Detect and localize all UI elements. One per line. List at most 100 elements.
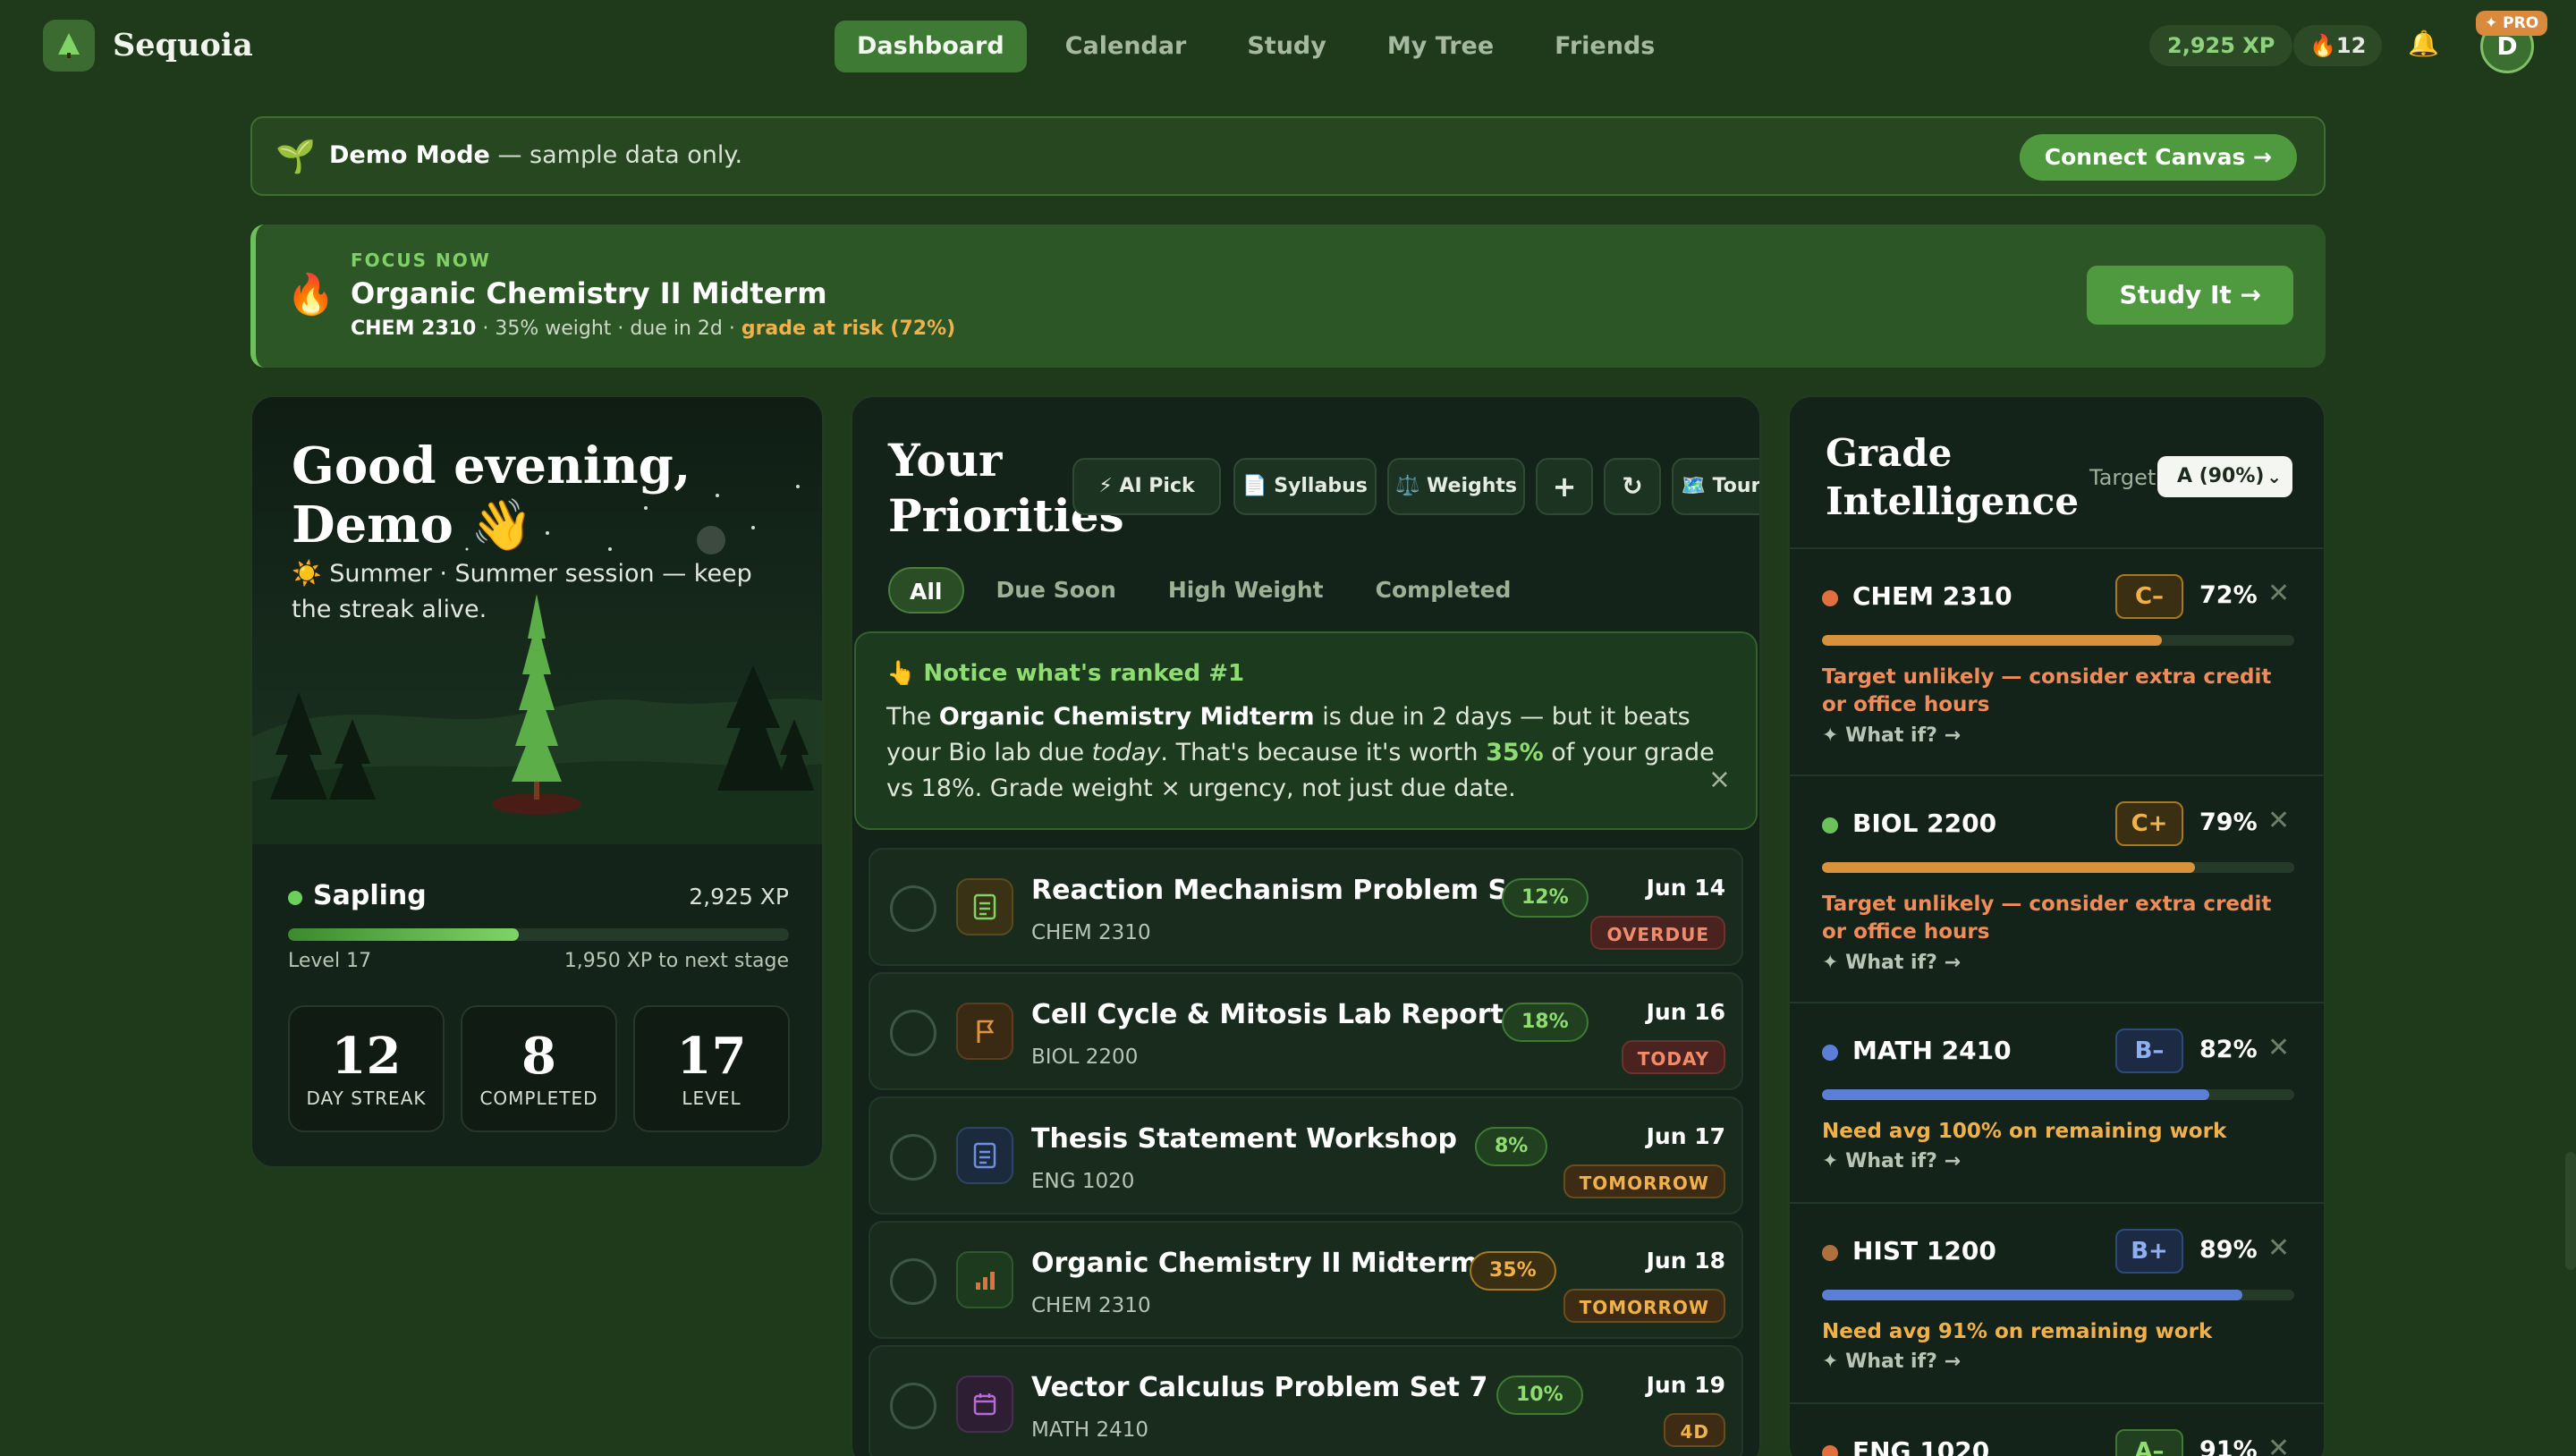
course-dot <box>1822 817 1838 834</box>
grade-row[interactable]: ENG 1020 A– 91% ✕ <box>1790 1402 2324 1456</box>
bar-chart-icon <box>956 1251 1013 1308</box>
focus-kicker: FOCUS NOW <box>351 250 491 271</box>
stats-row: 12 DAY STREAK 8 COMPLETED 17 LEVEL <box>288 1005 790 1132</box>
tab-dashboard[interactable]: Dashboard <box>835 21 1027 72</box>
focus-details: · 35% weight · due in 2d · <box>476 317 741 340</box>
demo-title: Demo Mode <box>329 141 490 169</box>
task-weight-badge: 12% <box>1502 878 1589 918</box>
filter-due-soon[interactable]: Due Soon <box>977 567 1136 614</box>
ranking-notice: 👆 Notice what's ranked #1 The Organic Ch… <box>854 631 1758 830</box>
brand-name[interactable]: Sequoia <box>113 27 253 63</box>
grade-percent: 89% <box>2199 1236 2258 1264</box>
greeting-card: Good evening, Demo 👋 ☀️ Summer · Summer … <box>250 395 824 1168</box>
course-name: MATH 2410 <box>1852 1036 2012 1065</box>
task-row[interactable]: Cell Cycle & Mitosis Lab Report BIOL 220… <box>869 972 1743 1090</box>
grade-row[interactable]: HIST 1200 B+ 89% ✕ Need avg 91% on remai… <box>1790 1202 2324 1402</box>
what-if-link[interactable]: ✦ What if? → <box>1822 952 1961 974</box>
task-row[interactable]: Organic Chemistry II Midterm CHEM 2310 3… <box>869 1221 1743 1339</box>
close-icon[interactable]: ✕ <box>2267 578 2290 609</box>
tour-button[interactable]: 🗺️ Tour <box>1672 458 1759 515</box>
focus-course: CHEM 2310 <box>351 317 477 340</box>
letter-grade-badge: C– <box>2115 574 2183 619</box>
what-if-link[interactable]: ✦ What if? → <box>1822 1350 1961 1373</box>
stage-xp: 2,925 XP <box>689 884 789 910</box>
weights-button[interactable]: ⚖️ Weights <box>1387 458 1525 515</box>
demo-banner: 🌱 Demo Mode — sample data only. Connect … <box>250 116 2326 196</box>
close-icon[interactable]: ✕ <box>2267 1032 2290 1063</box>
streak-badge: 🔥12 <box>2293 25 2383 66</box>
target-select[interactable]: A (90%) ⌄ <box>2157 456 2292 497</box>
next-stage-label: 1,950 XP to next stage <box>564 950 789 972</box>
study-it-button[interactable]: Study It → <box>2087 266 2293 325</box>
tree-logo-icon[interactable] <box>43 20 95 72</box>
notice-text: . That's because it's worth <box>1160 739 1487 766</box>
task-course: CHEM 2310 <box>1031 1294 1151 1317</box>
greeting-title: Good evening, Demo 👋 <box>292 436 691 554</box>
grade-row[interactable]: BIOL 2200 C+ 79% ✕ Target unlikely — con… <box>1790 775 2324 1002</box>
add-button[interactable]: + <box>1536 458 1593 515</box>
task-checkbox[interactable] <box>890 1258 936 1305</box>
letter-grade-badge: C+ <box>2115 801 2183 846</box>
task-date: Jun 17 <box>1646 1123 1725 1149</box>
risk-label: grade at risk (72%) <box>741 317 956 340</box>
close-icon[interactable]: ✕ <box>2267 805 2290 836</box>
syllabus-button[interactable]: 📄 Syllabus <box>1233 458 1377 515</box>
what-if-link[interactable]: ✦ What if? → <box>1822 724 1961 747</box>
refresh-button[interactable]: ↻ <box>1604 458 1661 515</box>
tab-friends[interactable]: Friends <box>1532 21 1677 72</box>
task-date: Jun 18 <box>1646 1248 1725 1274</box>
task-date: Jun 19 <box>1646 1372 1725 1398</box>
scrollbar[interactable] <box>2565 1152 2576 1270</box>
tab-study[interactable]: Study <box>1224 21 1349 72</box>
task-row[interactable]: Reaction Mechanism Problem Set CHEM 2310… <box>869 848 1743 966</box>
priorities-title: Your Priorities <box>888 434 1124 542</box>
stage-progress-fill <box>288 928 519 941</box>
ai-pick-button[interactable]: ⚡ AI Pick <box>1072 458 1221 515</box>
task-checkbox[interactable] <box>890 885 936 932</box>
task-weight-badge: 18% <box>1502 1003 1589 1042</box>
letter-grade-badge: B– <box>2115 1029 2183 1073</box>
grade-row[interactable]: MATH 2410 B– 82% ✕ Need avg 100% on rema… <box>1790 1002 2324 1202</box>
task-course: ENG 1020 <box>1031 1170 1135 1193</box>
notice-italic: today <box>1091 739 1161 766</box>
stat-label: COMPLETED <box>479 1088 598 1109</box>
task-course: MATH 2410 <box>1031 1418 1148 1442</box>
connect-canvas-button[interactable]: Connect Canvas → <box>2019 134 2297 181</box>
filter-all[interactable]: All <box>888 567 964 614</box>
letter-grade-badge: A– <box>2115 1429 2183 1456</box>
stat-label: DAY STREAK <box>306 1088 427 1109</box>
filter-completed[interactable]: Completed <box>1356 567 1531 614</box>
xp-badge: 2,925 XP <box>2149 25 2293 66</box>
what-if-link[interactable]: ✦ What if? → <box>1822 1150 1961 1172</box>
grade-row[interactable]: CHEM 2310 C– 72% ✕ Target unlikely — con… <box>1790 547 2324 775</box>
close-icon[interactable]: ✕ <box>2267 1433 2290 1456</box>
grade-bar-fill <box>1822 635 2163 646</box>
course-name: BIOL 2200 <box>1852 808 1997 838</box>
tab-calendar[interactable]: Calendar <box>1043 21 1209 72</box>
close-icon[interactable]: × <box>1708 764 1731 795</box>
focus-title: Organic Chemistry II Midterm <box>351 276 827 310</box>
page-icon <box>956 1127 1013 1184</box>
filter-tabs: All Due Soon High Weight Completed <box>888 567 1530 614</box>
tab-my-tree[interactable]: My Tree <box>1365 21 1516 72</box>
notice-bold: Organic Chemistry Midterm <box>938 703 1315 731</box>
task-course: CHEM 2310 <box>1031 921 1151 944</box>
stage-name: Sapling <box>313 880 427 911</box>
filter-high-weight[interactable]: High Weight <box>1148 567 1343 614</box>
task-checkbox[interactable] <box>890 1383 936 1429</box>
task-row[interactable]: Thesis Statement Workshop ENG 1020 8% Ju… <box>869 1096 1743 1215</box>
task-checkbox[interactable] <box>890 1010 936 1056</box>
stat-label: LEVEL <box>682 1088 741 1109</box>
task-row[interactable]: Vector Calculus Problem Set 7 MATH 2410 … <box>869 1345 1743 1456</box>
bell-icon[interactable]: 🔔 <box>2408 29 2439 58</box>
course-dot <box>1822 590 1838 606</box>
close-icon[interactable]: ✕ <box>2267 1232 2290 1264</box>
letter-grade-badge: B+ <box>2115 1229 2183 1274</box>
task-checkbox[interactable] <box>890 1134 936 1181</box>
grade-bar <box>1822 862 2294 873</box>
grade-percent: 79% <box>2199 808 2258 836</box>
task-name: Organic Chemistry II Midterm <box>1031 1248 1479 1279</box>
main-tabs: Dashboard Calendar Study My Tree Friends <box>835 21 1677 72</box>
course-dot <box>1822 1245 1838 1261</box>
grade-note: Target unlikely — consider extra credit … <box>1822 893 2272 944</box>
